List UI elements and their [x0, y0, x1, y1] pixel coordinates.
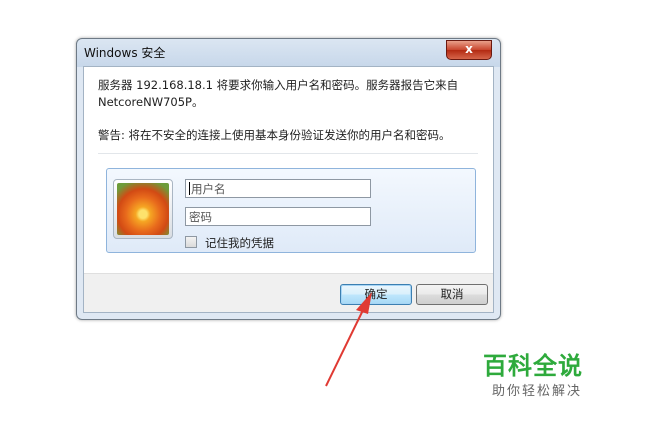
watermark-subtitle: 助你轻松解决 [492, 384, 583, 399]
server-message-line2: NetcoreNW705P。 [98, 95, 204, 109]
cancel-button[interactable]: 取消 [416, 284, 488, 305]
server-message-line1: 服务器 192.168.18.1 将要求你输入用户名和密码。服务器报告它来自 [98, 78, 459, 92]
server-message: 服务器 192.168.18.1 将要求你输入用户名和密码。服务器报告它来自 N… [98, 77, 478, 111]
credential-tile: 用户名 密码 记住我的凭据 [106, 168, 476, 253]
dialog-body: 服务器 192.168.18.1 将要求你输入用户名和密码。服务器报告它来自 N… [83, 66, 494, 313]
flower-avatar-image [117, 183, 169, 235]
button-bar: 确定 取消 [84, 273, 493, 312]
windows-security-dialog: Windows 安全 x 服务器 192.168.18.1 将要求你输入用户名和… [76, 38, 501, 320]
security-warning: 警告: 将在不安全的连接上使用基本身份验证发送你的用户名和密码。 [98, 128, 451, 142]
close-button[interactable]: x [446, 40, 492, 60]
divider [98, 153, 478, 154]
remember-checkbox[interactable] [185, 236, 197, 248]
remember-credentials[interactable]: 记住我的凭据 [185, 235, 274, 251]
watermark-title: 百科全说 [483, 352, 583, 380]
user-avatar [113, 179, 173, 239]
title-bar[interactable]: Windows 安全 x [77, 39, 500, 65]
ok-button[interactable]: 确定 [340, 284, 412, 305]
dialog-title: Windows 安全 [84, 46, 166, 60]
password-input[interactable]: 密码 [185, 207, 371, 226]
username-input[interactable]: 用户名 [185, 179, 371, 198]
remember-label: 记住我的凭据 [205, 236, 274, 250]
